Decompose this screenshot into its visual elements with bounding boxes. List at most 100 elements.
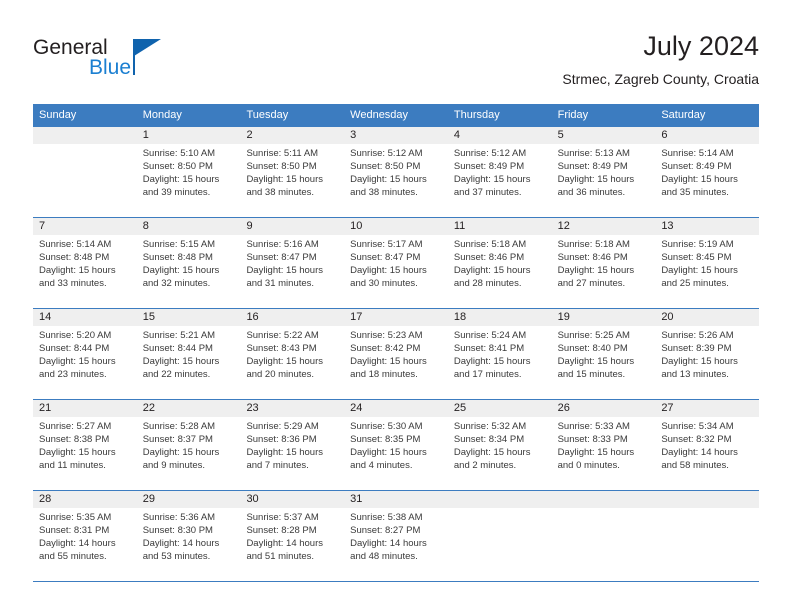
daylight-text-line2: and 37 minutes. — [453, 187, 522, 198]
sunset-text: Sunset: 8:42 PM — [350, 343, 421, 354]
day-number: 12 — [557, 220, 570, 232]
daylight-text-line2: and 22 minutes. — [142, 369, 211, 380]
day-cell[interactable]: Sunrise: 5:13 AM Sunset: 8:49 PM Dayligh… — [552, 144, 656, 217]
page-header: General Blue July 2024 Strmec, Zagreb Co… — [0, 0, 792, 100]
daylight-text-line1: Daylight: 14 hours — [39, 538, 116, 549]
day-cell[interactable]: Sunrise: 5:12 AM Sunset: 8:49 PM Dayligh… — [448, 144, 552, 217]
day-cell[interactable]: Sunrise: 5:16 AM Sunset: 8:47 PM Dayligh… — [240, 235, 344, 308]
sunrise-text: Sunrise: 5:20 AM — [39, 330, 112, 341]
daylight-text-line2: and 15 minutes. — [557, 369, 626, 380]
daylight-text-line1: Daylight: 15 hours — [246, 356, 324, 367]
day-number-band: 21 22 23 24 25 26 27 — [33, 400, 759, 417]
day-cell[interactable]: Sunrise: 5:32 AM Sunset: 8:34 PM Dayligh… — [448, 417, 552, 490]
day-cell[interactable]: Sunrise: 5:22 AM Sunset: 8:43 PM Dayligh… — [240, 326, 344, 399]
weekday-header-friday: Friday — [557, 109, 589, 121]
day-cell[interactable]: Sunrise: 5:36 AM Sunset: 8:30 PM Dayligh… — [137, 508, 241, 581]
day-number: 3 — [350, 129, 357, 141]
page-title: July 2024 — [643, 31, 759, 61]
sunset-text: Sunset: 8:49 PM — [453, 161, 525, 172]
day-number — [552, 491, 656, 508]
day-cell[interactable]: Sunrise: 5:14 AM Sunset: 8:48 PM Dayligh… — [33, 235, 137, 308]
day-cell[interactable]: Sunrise: 5:34 AM Sunset: 8:32 PM Dayligh… — [655, 417, 759, 490]
day-number: 9 — [246, 220, 253, 232]
daylight-text-line1: Daylight: 15 hours — [557, 174, 635, 185]
day-cell[interactable]: Sunrise: 5:15 AM Sunset: 8:48 PM Dayligh… — [137, 235, 241, 308]
day-cell[interactable]: Sunrise: 5:14 AM Sunset: 8:49 PM Dayligh… — [655, 144, 759, 217]
daylight-text-line1: Daylight: 15 hours — [39, 356, 116, 367]
sunset-text: Sunset: 8:37 PM — [142, 434, 213, 445]
day-number: 27 — [661, 402, 674, 414]
day-detail-band: Sunrise: 5:20 AM Sunset: 8:44 PM Dayligh… — [33, 326, 759, 399]
day-cell[interactable]: Sunrise: 5:28 AM Sunset: 8:37 PM Dayligh… — [137, 417, 241, 490]
day-cell[interactable]: Sunrise: 5:29 AM Sunset: 8:36 PM Dayligh… — [240, 417, 344, 490]
sunrise-text: Sunrise: 5:11 AM — [246, 148, 319, 159]
sunset-text: Sunset: 8:39 PM — [661, 343, 732, 354]
sunrise-text: Sunrise: 5:17 AM — [350, 239, 423, 250]
day-cell[interactable]: Sunrise: 5:12 AM Sunset: 8:50 PM Dayligh… — [344, 144, 448, 217]
sunset-text: Sunset: 8:30 PM — [142, 525, 213, 536]
sunrise-text: Sunrise: 5:19 AM — [661, 239, 734, 250]
daylight-text-line1: Daylight: 15 hours — [142, 447, 220, 458]
day-number: 2 — [246, 129, 253, 141]
day-cell[interactable]: Sunrise: 5:11 AM Sunset: 8:50 PM Dayligh… — [240, 144, 344, 217]
day-number: 20 — [661, 311, 674, 323]
sunrise-text: Sunrise: 5:14 AM — [39, 239, 112, 250]
sunrise-text: Sunrise: 5:12 AM — [350, 148, 423, 159]
day-cell[interactable]: Sunrise: 5:10 AM Sunset: 8:50 PM Dayligh… — [137, 144, 241, 217]
day-cell[interactable] — [552, 508, 656, 581]
day-number: 14 — [39, 311, 52, 323]
day-cell[interactable]: Sunrise: 5:38 AM Sunset: 8:27 PM Dayligh… — [344, 508, 448, 581]
brand-logo[interactable]: General Blue — [33, 36, 193, 82]
day-cell[interactable]: Sunrise: 5:18 AM Sunset: 8:46 PM Dayligh… — [552, 235, 656, 308]
daylight-text-line1: Daylight: 15 hours — [661, 174, 738, 185]
sunset-text: Sunset: 8:27 PM — [350, 525, 421, 536]
sunrise-text: Sunrise: 5:12 AM — [453, 148, 527, 159]
day-cell[interactable] — [448, 508, 552, 581]
sunset-text: Sunset: 8:32 PM — [661, 434, 732, 445]
daylight-text-line1: Daylight: 14 hours — [350, 538, 427, 549]
calendar-bottom-rule — [33, 581, 759, 582]
day-number: 26 — [557, 402, 570, 414]
day-cell[interactable]: Sunrise: 5:24 AM Sunset: 8:41 PM Dayligh… — [448, 326, 552, 399]
day-cell[interactable] — [655, 508, 759, 581]
daylight-text-line1: Daylight: 15 hours — [661, 265, 738, 276]
day-cell[interactable]: Sunrise: 5:19 AM Sunset: 8:45 PM Dayligh… — [655, 235, 759, 308]
day-cell[interactable]: Sunrise: 5:37 AM Sunset: 8:28 PM Dayligh… — [240, 508, 344, 581]
day-cell[interactable]: Sunrise: 5:30 AM Sunset: 8:35 PM Dayligh… — [344, 417, 448, 490]
daylight-text-line1: Daylight: 15 hours — [350, 447, 427, 458]
calendar-week-row: 14 15 16 17 18 19 20 Sunrise: 5:20 AM Su… — [33, 308, 759, 399]
day-number — [33, 127, 137, 144]
day-cell[interactable] — [33, 144, 137, 217]
day-cell[interactable]: Sunrise: 5:17 AM Sunset: 8:47 PM Dayligh… — [344, 235, 448, 308]
day-detail-band: Sunrise: 5:10 AM Sunset: 8:50 PM Dayligh… — [33, 144, 759, 217]
day-number: 24 — [350, 402, 363, 414]
day-cell[interactable]: Sunrise: 5:20 AM Sunset: 8:44 PM Dayligh… — [33, 326, 137, 399]
day-number: 13 — [661, 220, 674, 232]
sunrise-text: Sunrise: 5:15 AM — [142, 239, 216, 250]
day-cell[interactable]: Sunrise: 5:27 AM Sunset: 8:38 PM Dayligh… — [33, 417, 137, 490]
day-number: 25 — [453, 402, 467, 414]
day-cell[interactable]: Sunrise: 5:26 AM Sunset: 8:39 PM Dayligh… — [655, 326, 759, 399]
daylight-text-line1: Daylight: 15 hours — [453, 174, 531, 185]
day-cell[interactable]: Sunrise: 5:35 AM Sunset: 8:31 PM Dayligh… — [33, 508, 137, 581]
weekday-header-monday: Monday — [142, 109, 182, 121]
weekday-header-sunday: Sunday — [39, 109, 77, 121]
daylight-text-line1: Daylight: 15 hours — [246, 174, 324, 185]
sunset-text: Sunset: 8:49 PM — [557, 161, 628, 172]
daylight-text-line1: Daylight: 14 hours — [661, 447, 738, 458]
day-cell[interactable]: Sunrise: 5:23 AM Sunset: 8:42 PM Dayligh… — [344, 326, 448, 399]
brand-triangle-icon — [134, 39, 161, 56]
daylight-text-line2: and 0 minutes. — [557, 460, 620, 471]
sunrise-text: Sunrise: 5:24 AM — [453, 330, 527, 341]
sunset-text: Sunset: 8:46 PM — [453, 252, 525, 263]
daylight-text-line2: and 39 minutes. — [142, 187, 211, 198]
day-cell[interactable]: Sunrise: 5:18 AM Sunset: 8:46 PM Dayligh… — [448, 235, 552, 308]
sunrise-text: Sunrise: 5:18 AM — [453, 239, 527, 250]
daylight-text-line2: and 20 minutes. — [246, 369, 315, 380]
daylight-text-line1: Daylight: 15 hours — [661, 356, 738, 367]
daylight-text-line2: and 27 minutes. — [557, 278, 626, 289]
daylight-text-line1: Daylight: 15 hours — [39, 265, 116, 276]
day-cell[interactable]: Sunrise: 5:33 AM Sunset: 8:33 PM Dayligh… — [552, 417, 656, 490]
day-cell[interactable]: Sunrise: 5:25 AM Sunset: 8:40 PM Dayligh… — [552, 326, 656, 399]
day-cell[interactable]: Sunrise: 5:21 AM Sunset: 8:44 PM Dayligh… — [137, 326, 241, 399]
